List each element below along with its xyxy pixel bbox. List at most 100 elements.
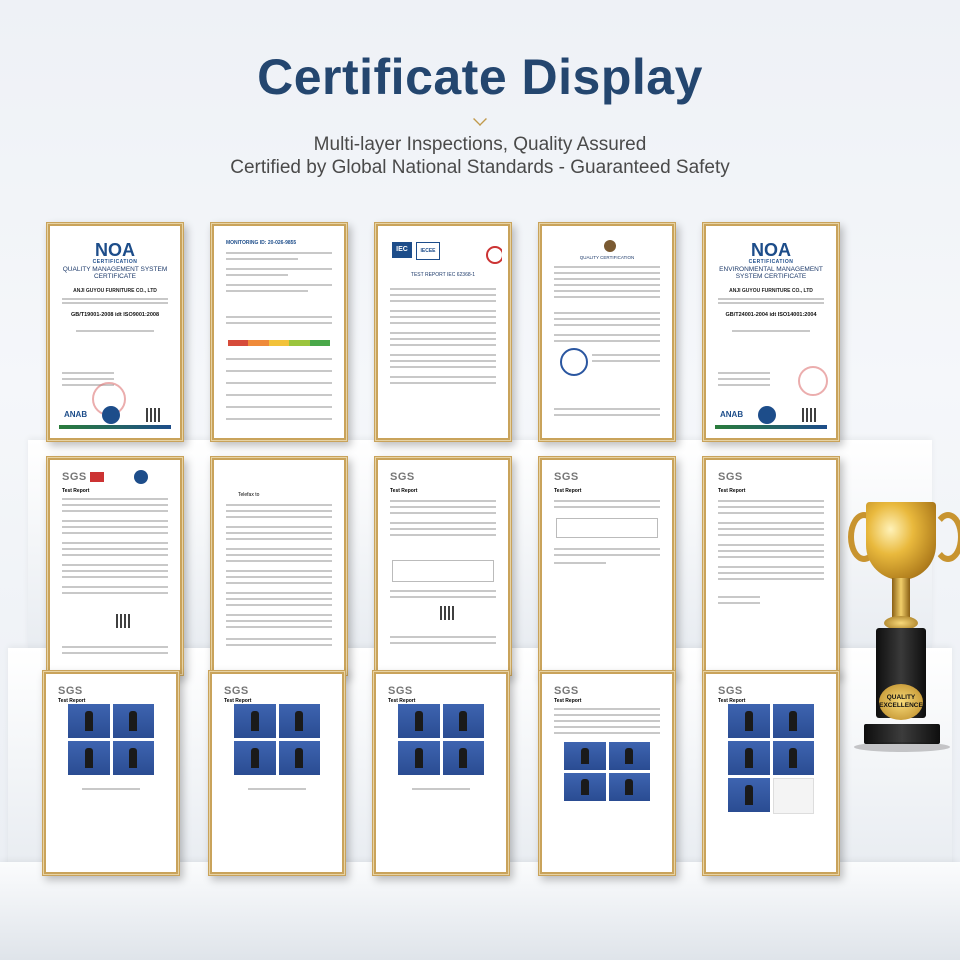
certificate-heading: QUALITY CERTIFICATION bbox=[579, 255, 635, 260]
certificate-paper: MONITORING ID: 20-026-9855 bbox=[220, 232, 338, 432]
photo-report-frame[interactable]: SGS Test Report bbox=[208, 670, 346, 876]
report-paper: SGS Test Report bbox=[548, 466, 666, 666]
report-paper: SGS Test Report bbox=[52, 680, 170, 866]
photo-report-frame[interactable]: SGS Test Report bbox=[42, 670, 180, 876]
qr-code-icon bbox=[802, 408, 816, 422]
report-title: Test Report bbox=[390, 488, 418, 494]
test-report-frame[interactable]: Telefax to bbox=[210, 456, 348, 676]
stamp-seal-icon bbox=[560, 348, 588, 376]
chair-photo bbox=[278, 704, 320, 738]
certificate-heading: ENVIRONMENTAL MANAGEMENT SYSTEM CERTIFIC… bbox=[719, 266, 823, 280]
report-title: Test Report bbox=[554, 488, 582, 494]
report-title: Test Report bbox=[62, 488, 90, 494]
certificate-standard: GB/T19001-2008 idt ISO9001:2008 bbox=[70, 312, 160, 318]
report-title: Test Report bbox=[554, 698, 582, 704]
photo-grid bbox=[68, 704, 154, 775]
chair-photo bbox=[112, 741, 154, 775]
chevron-down-icon bbox=[473, 112, 487, 126]
chair-photo bbox=[728, 778, 770, 812]
red-seal-icon bbox=[798, 366, 828, 396]
certificate-frame[interactable]: QUALITY CERTIFICATION bbox=[538, 222, 676, 442]
report-paper: Telefax to bbox=[220, 466, 338, 666]
chair-photo bbox=[728, 704, 770, 738]
display-step-floor bbox=[0, 862, 960, 960]
report-paper: SGS Test Report bbox=[712, 680, 830, 866]
subtitle-line-2: Certified by Global National Standards -… bbox=[230, 157, 730, 178]
report-heading: TEST REPORT IEC 62368-1 bbox=[410, 272, 476, 278]
certificate-frame[interactable]: NOA CERTIFICATION QUALITY MANAGEMENT SYST… bbox=[46, 222, 184, 442]
cnas-logo-icon bbox=[134, 470, 148, 484]
certificate-frame[interactable]: NOA CERTIFICATION ENVIRONMENTAL MANAGEMEN… bbox=[702, 222, 840, 442]
chair-photo bbox=[564, 742, 606, 770]
sample-table bbox=[556, 518, 658, 538]
certificate-paper: NOA CERTIFICATION ENVIRONMENTAL MANAGEMEN… bbox=[712, 232, 830, 432]
trophy-plate: QUALITY EXCELLENCE bbox=[879, 684, 923, 720]
subtitle-line-1: Multi-layer Inspections, Quality Assured bbox=[313, 134, 647, 155]
test-report-frame[interactable]: SGS Test Report bbox=[702, 456, 840, 676]
iaf-logo-icon bbox=[758, 406, 776, 424]
photo-report-frame[interactable]: SGS Test Report bbox=[372, 670, 510, 876]
noa-logo: NOA CERTIFICATION bbox=[748, 240, 794, 265]
iaf-logo-icon bbox=[102, 406, 120, 424]
report-paper: SGS Test Report bbox=[382, 680, 500, 866]
test-report-frame[interactable]: SGS Test Report bbox=[374, 456, 512, 676]
photo-grid bbox=[564, 742, 650, 801]
bureau-veritas-logo-icon bbox=[604, 240, 616, 252]
anab-logo: ANAB bbox=[64, 410, 88, 419]
sgs-logo: SGS bbox=[224, 685, 249, 697]
report-header: MONITORING ID: 20-026-9855 bbox=[226, 240, 297, 246]
certificate-company: ANJI GUYOU FURNITURE CO., LTD bbox=[729, 288, 813, 294]
certificate-standard: GB/T24001-2004 idt ISO14001:2004 bbox=[725, 312, 817, 318]
sgs-logo: SGS bbox=[554, 685, 579, 697]
chair-photo bbox=[728, 741, 770, 775]
chair-photo bbox=[608, 742, 650, 770]
page-title: Certificate Display bbox=[257, 49, 703, 105]
certificate-paper: QUALITY CERTIFICATION bbox=[548, 232, 666, 432]
chair-photo bbox=[772, 741, 814, 775]
report-paper: SGS Test Report bbox=[56, 466, 174, 666]
photo-grid bbox=[398, 704, 484, 775]
sgs-logo: SGS bbox=[718, 685, 743, 697]
chair-photo bbox=[68, 741, 110, 775]
qr-code-icon bbox=[116, 614, 130, 628]
chair-photo bbox=[442, 741, 484, 775]
certificate-paper: IEC IECEE TEST REPORT IEC 62368-1 bbox=[384, 232, 502, 432]
trophy: QUALITY EXCELLENCE bbox=[848, 498, 960, 760]
chair-photo bbox=[234, 704, 276, 738]
chair-photo bbox=[608, 773, 650, 801]
cma-logo-icon bbox=[90, 472, 104, 482]
certificate-frame[interactable]: MONITORING ID: 20-026-9855 bbox=[210, 222, 348, 442]
certificate-paper: NOA CERTIFICATION QUALITY MANAGEMENT SYST… bbox=[56, 232, 174, 432]
iec-logo: IEC bbox=[392, 242, 412, 258]
photo-grid bbox=[728, 704, 814, 814]
chair-photo bbox=[564, 773, 606, 801]
report-title: Telefax to bbox=[238, 492, 260, 498]
report-paper: SGS Test Report bbox=[218, 680, 336, 866]
chair-photo bbox=[442, 704, 484, 738]
chair-photo bbox=[278, 741, 320, 775]
ul-logo-icon bbox=[486, 246, 502, 264]
sgs-logo: SGS bbox=[62, 471, 87, 483]
trophy-cup bbox=[866, 502, 936, 580]
sgs-logo: SGS bbox=[390, 471, 415, 483]
qr-code-icon bbox=[440, 606, 454, 620]
rating-bar bbox=[228, 340, 331, 346]
iecee-logo: IECEE bbox=[416, 242, 440, 260]
test-report-frame[interactable]: SGS Test Report bbox=[538, 456, 676, 676]
chair-photo bbox=[772, 704, 814, 738]
summary-table bbox=[392, 560, 494, 582]
photo-report-frame[interactable]: SGS Test Report bbox=[702, 670, 840, 876]
sgs-logo: SGS bbox=[388, 685, 413, 697]
photo-grid bbox=[234, 704, 320, 775]
certificate-frame[interactable]: IEC IECEE TEST REPORT IEC 62368-1 bbox=[374, 222, 512, 442]
report-paper: SGS Test Report bbox=[384, 466, 502, 666]
certificate-heading: QUALITY MANAGEMENT SYSTEM CERTIFICATE bbox=[62, 266, 168, 280]
chair-photo bbox=[398, 704, 440, 738]
test-report-frame[interactable]: SGS Test Report bbox=[46, 456, 184, 676]
certificate-company: ANJI GUYOU FURNITURE CO., LTD bbox=[73, 288, 157, 294]
photo-report-frame[interactable]: SGS Test Report bbox=[538, 670, 676, 876]
chair-photo bbox=[112, 704, 154, 738]
blank-photo-slot bbox=[772, 778, 814, 814]
sgs-logo: SGS bbox=[58, 685, 83, 697]
report-paper: SGS Test Report bbox=[712, 466, 830, 666]
